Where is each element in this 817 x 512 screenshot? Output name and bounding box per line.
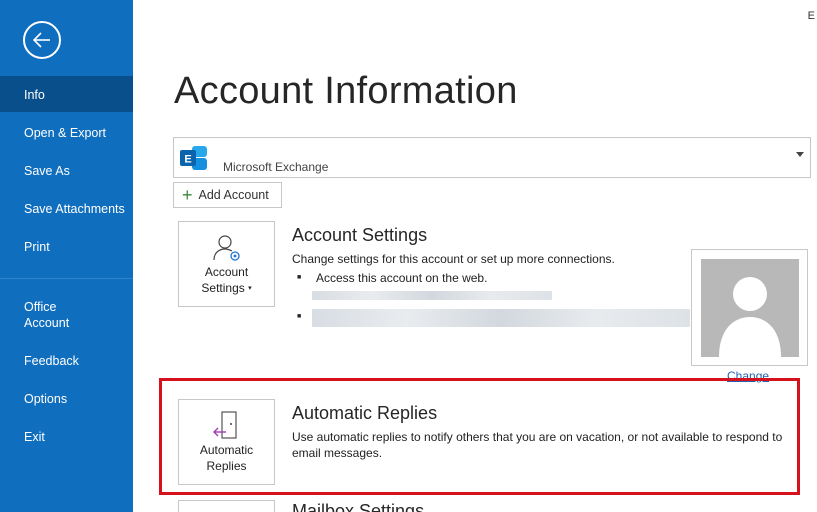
- account-settings-line2: Settings: [201, 281, 245, 295]
- mailbox-settings-button[interactable]: [178, 500, 275, 512]
- account-settings-title: Account Settings: [292, 225, 428, 245]
- nav-open-export[interactable]: Open & Export: [0, 125, 133, 141]
- plus-icon: +: [182, 185, 193, 205]
- nav-options[interactable]: Options: [0, 391, 133, 407]
- redacted-text: [312, 309, 690, 327]
- nav-divider: [0, 278, 133, 279]
- nav-office-account[interactable]: Office Account: [0, 299, 133, 331]
- back-button[interactable]: [23, 21, 61, 59]
- highlight-box: [159, 378, 800, 495]
- chevron-down-icon: ▾: [248, 284, 252, 292]
- nav-exit[interactable]: Exit: [0, 429, 133, 445]
- nav-save-as[interactable]: Save As: [0, 163, 133, 179]
- nav-feedback[interactable]: Feedback: [0, 353, 133, 369]
- account-settings-button[interactable]: Account Settings ▾: [178, 221, 275, 307]
- chevron-down-icon: [796, 152, 804, 157]
- profile-picture[interactable]: [691, 249, 808, 366]
- nav-print[interactable]: Print: [0, 239, 133, 255]
- svg-text:E: E: [184, 154, 191, 166]
- person-placeholder-icon: [719, 277, 781, 357]
- add-account-label: Add Account: [198, 188, 269, 202]
- nav-save-attachments[interactable]: Save Attachments: [0, 201, 133, 217]
- backstage-sidebar: Info Open & Export Save As Save Attachme…: [0, 0, 133, 512]
- add-account-button[interactable]: + Add Account: [173, 182, 282, 208]
- exchange-logo-icon: E: [180, 146, 207, 170]
- account-settings-description: Change settings for this account or set …: [292, 252, 615, 266]
- list-item: Access this account on the web.: [292, 270, 487, 286]
- account-settings-bullets: Access this account on the web.: [292, 270, 487, 289]
- mailbox-settings-title: Mailbox Settings: [292, 501, 425, 512]
- redacted-text: [312, 291, 552, 300]
- back-arrow-icon: [32, 32, 50, 48]
- nav-info[interactable]: Info: [0, 76, 133, 112]
- bullet-marker: ■: [297, 313, 302, 320]
- account-settings-icon: [212, 235, 240, 261]
- account-settings-line1: Account: [204, 265, 249, 279]
- account-selector[interactable]: E Microsoft Exchange: [173, 137, 811, 178]
- corner-text: E: [807, 10, 815, 22]
- account-name: Microsoft Exchange: [223, 160, 329, 174]
- page-title: Account Information: [174, 70, 518, 112]
- web-access-text[interactable]: Access this account on the web.: [316, 271, 487, 285]
